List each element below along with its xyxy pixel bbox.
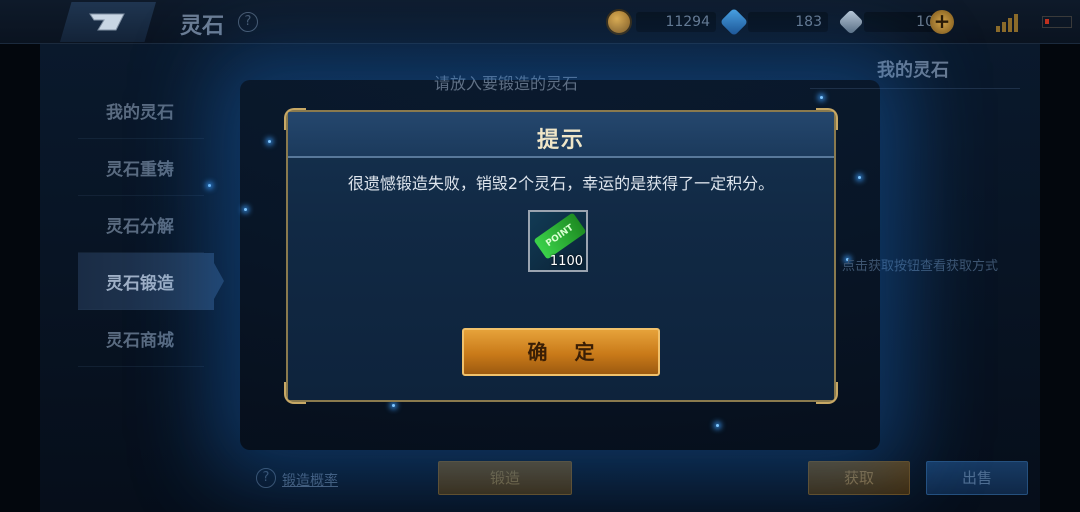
help-icon[interactable]: ? [238,12,258,32]
sidebar-item-decompose[interactable]: 灵石分解 [78,196,204,253]
diamond-icon [719,7,749,37]
back-arrow-icon [89,13,125,31]
left-edge [0,0,40,512]
reward-count: 1100 [549,254,583,269]
battery-icon [1042,16,1072,28]
sparkle [208,184,211,187]
sidebar-item-my-stones[interactable]: 我的灵石 [78,82,204,139]
forge-button[interactable]: 锻造 [438,461,572,495]
gem-counter: 10 [838,8,940,36]
get-button[interactable]: 获取 [808,461,910,495]
frame-corner [816,382,838,404]
confirm-button[interactable]: 确 定 [462,328,660,376]
result-dialog: 提示 很遗憾锻造失败，销毁2个灵石，幸运的是获得了一定积分。 POINT 110… [284,108,838,404]
frame-corner [284,382,306,404]
coin-amount: 11294 [636,12,716,32]
diamond-counter: 183 [719,7,828,37]
frame-corner [284,108,306,130]
point-ticket-icon: POINT [533,212,586,260]
diamond-amount: 183 [748,12,828,32]
gem-icon [838,9,864,35]
sidebar-item-shop[interactable]: 灵石商城 [78,310,204,367]
dialog-title: 提示 [536,128,585,153]
frame-corner [816,108,838,130]
sidebar-nav: 我的灵石 灵石重铸 灵石分解 灵石锻造 灵石商城 [78,82,224,367]
add-icon[interactable]: + [930,10,954,34]
coin-counter: 11294 [606,8,716,36]
gem-amount: 10 [864,12,940,32]
sidebar-item-forge[interactable]: 灵石锻造 [78,253,224,310]
sidebar-item-recast[interactable]: 灵石重铸 [78,139,204,196]
dialog-message: 很遗憾锻造失败，销毁2个灵石，幸运的是获得了一定积分。 [347,174,775,193]
gold-coin-icon [606,9,632,35]
rate-help-icon[interactable]: ? [256,468,276,488]
reward-item: POINT 1100 [528,210,588,272]
right-panel-title: 我的灵石 [877,60,949,81]
right-edge [1040,0,1080,512]
page-title: 灵石 [180,14,225,39]
sell-button[interactable]: 出售 [926,461,1028,495]
back-button[interactable] [60,2,156,42]
forge-rate-link[interactable]: 锻造概率 [282,470,338,490]
signal-icon [996,12,1018,32]
top-bar: 灵石 ? 11294 183 10 + [0,0,1080,44]
dialog-header: 提示 [288,112,834,158]
